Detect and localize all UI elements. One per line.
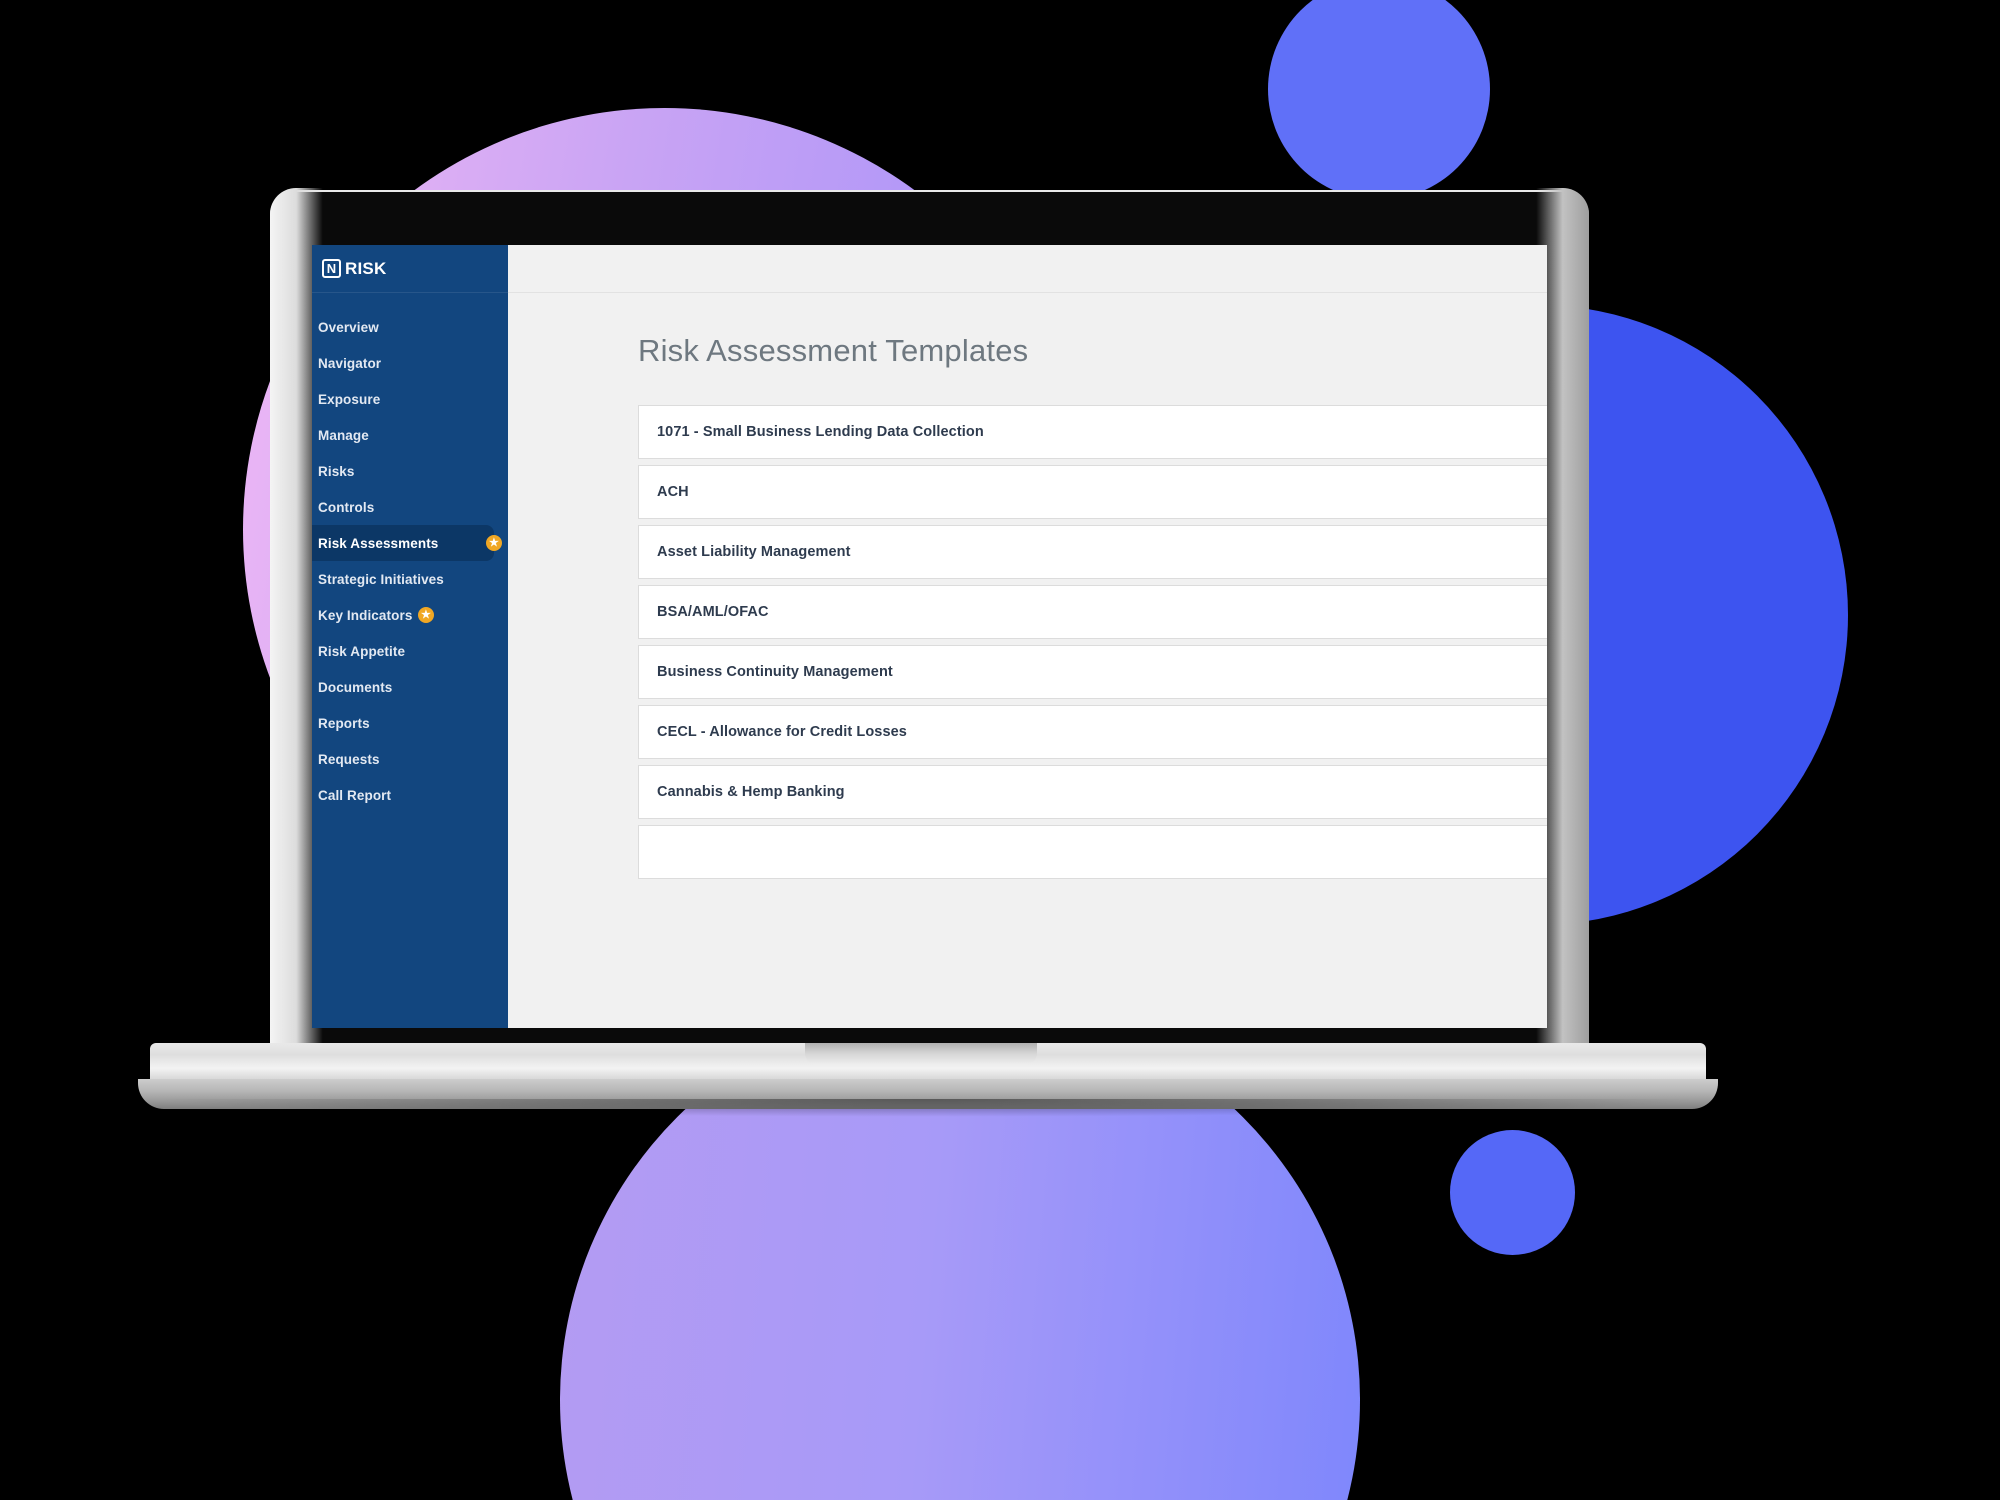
template-card[interactable]	[638, 825, 1547, 879]
sidebar-item-controls[interactable]: Controls	[312, 489, 508, 525]
sidebar-item-risks[interactable]: Risks	[312, 453, 508, 489]
top-bar	[508, 245, 1547, 293]
laptop-screen: N RISK Overview Navigator Exposure Manage Ri…	[312, 245, 1547, 1028]
laptop-base-notch	[805, 1043, 1037, 1065]
sidebar-item-label: Documents	[318, 679, 393, 695]
sidebar-item-navigator[interactable]: Navigator	[312, 345, 508, 381]
brand-name: RISK	[345, 258, 387, 278]
sidebar-item-label: Reports	[318, 715, 370, 731]
template-name: BSA/AML/OFAC	[657, 604, 769, 620]
sidebar-item-label: Key Indicators	[318, 607, 413, 623]
sidebar-item-documents[interactable]: Documents	[312, 669, 508, 705]
sidebar-item-risk-assessments[interactable]: Risk Assessments ★	[312, 525, 502, 561]
template-card[interactable]: Business Continuity Management	[638, 645, 1547, 699]
sidebar-item-label: Risk Assessments	[318, 535, 439, 551]
template-card[interactable]: Cannabis & Hemp Banking	[638, 765, 1547, 819]
laptop-base-shadow	[152, 1099, 1704, 1117]
sidebar-item-label: Exposure	[318, 391, 381, 407]
sidebar-item-label: Navigator	[318, 355, 382, 371]
template-name: ACH	[657, 484, 689, 500]
content-area: Risk Assessment Templates 1071 - Small B…	[508, 293, 1547, 1028]
sidebar-item-exposure[interactable]: Exposure	[312, 381, 508, 417]
sidebar-item-label: Requests	[318, 751, 380, 767]
sidebar-nav: Overview Navigator Exposure Manage Risks Cont…	[312, 293, 508, 813]
sidebar-item-overview[interactable]: Overview	[312, 309, 508, 345]
sidebar-item-manage[interactable]: Manage	[312, 417, 508, 453]
template-card[interactable]: Asset Liability Management	[638, 525, 1547, 579]
template-card[interactable]: ACH	[638, 465, 1547, 519]
template-name: CECL - Allowance for Credit Losses	[657, 724, 907, 740]
sidebar-item-reports[interactable]: Reports	[312, 705, 508, 741]
template-list: 1071 - Small Business Lending Data Colle…	[508, 405, 1547, 879]
sidebar-item-label: Risk Appetite	[318, 643, 406, 659]
star-badge-icon: ★	[418, 607, 434, 623]
sidebar-item-label: Call Report	[318, 787, 392, 803]
sidebar-item-requests[interactable]: Requests	[312, 741, 508, 777]
star-badge-icon: ★	[486, 535, 502, 551]
sidebar-item-strategic-initiatives[interactable]: Strategic Initiatives	[312, 561, 508, 597]
template-card[interactable]: CECL - Allowance for Credit Losses	[638, 705, 1547, 759]
page-title: Risk Assessment Templates	[638, 333, 1029, 368]
template-card[interactable]: 1071 - Small Business Lending Data Colle…	[638, 405, 1547, 459]
sidebar-item-risk-appetite[interactable]: Risk Appetite	[312, 633, 508, 669]
sidebar-item-label: Strategic Initiatives	[318, 571, 444, 587]
sidebar-item-label: Manage	[318, 427, 369, 443]
sidebar: N RISK Overview Navigator Exposure Manage Ri…	[312, 245, 508, 1028]
sidebar-item-label: Overview	[318, 319, 379, 335]
application-window: N RISK Overview Navigator Exposure Manage Ri…	[312, 245, 1547, 1028]
sidebar-item-call-report[interactable]: Call Report	[312, 777, 508, 813]
sidebar-item-label: Risks	[318, 463, 355, 479]
brand-logo[interactable]: N RISK	[312, 245, 508, 293]
template-card[interactable]: BSA/AML/OFAC	[638, 585, 1547, 639]
template-name: 1071 - Small Business Lending Data Colle…	[657, 424, 984, 440]
template-name: Asset Liability Management	[657, 544, 851, 560]
template-name: Cannabis & Hemp Banking	[657, 784, 845, 800]
template-name: Business Continuity Management	[657, 664, 893, 680]
laptop-mockup: N RISK Overview Navigator Exposure Manage Ri…	[0, 0, 2000, 1500]
sidebar-item-label: Controls	[318, 499, 375, 515]
page-root: N RISK Overview Navigator Exposure Manage Ri…	[0, 0, 2000, 1500]
sidebar-item-key-indicators[interactable]: Key Indicators ★	[312, 597, 508, 633]
main-panel: Risk Assessment Templates 1071 - Small B…	[508, 245, 1547, 1028]
n-square-logo-icon: N	[322, 259, 341, 278]
